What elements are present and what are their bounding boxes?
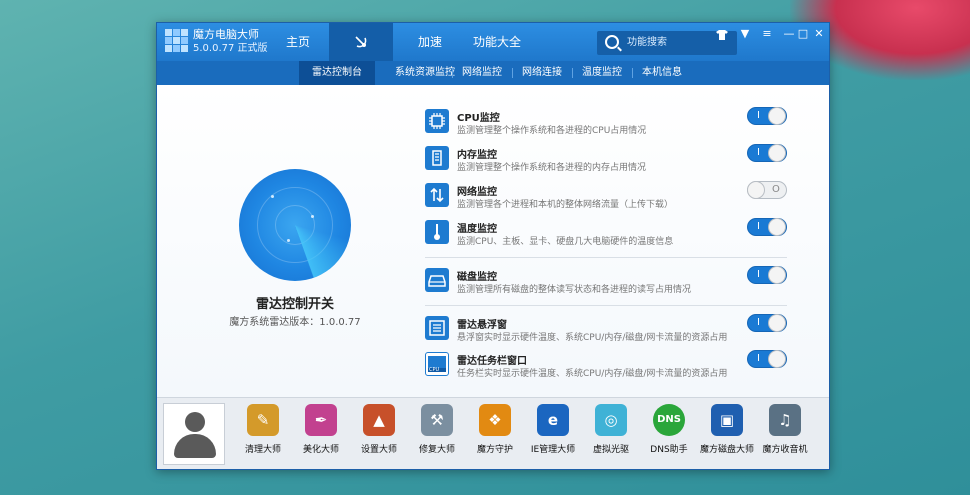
toggle-mark: I (757, 269, 760, 280)
search-placeholder: 功能搜索 (627, 37, 667, 48)
ie-icon: e (537, 404, 569, 436)
subtab-network-connections[interactable]: 网络连接 (515, 61, 569, 85)
disc-icon: ◎ (595, 404, 627, 436)
tab-home[interactable]: 主页 (273, 23, 323, 61)
feature-radar-floating-window: 雷达悬浮窗 悬浮窗实时显示硬件温度、系统CPU/内存/磁盘/网卡流量的资源占用 … (425, 314, 795, 346)
app-logo-icon (165, 29, 189, 53)
rocket-icon: ▲ (363, 404, 395, 436)
feature-disk-monitor: 磁盘监控 监测管理所有磁盘的整体读写状态和各进程的读写占用情况 I (425, 266, 795, 298)
thermometer-icon (425, 220, 449, 244)
close-icon[interactable]: ✕ (809, 26, 829, 42)
feature-cpu-monitor: CPU监控 监测管理整个操作系统和各进程的CPU占用情况 I (425, 107, 795, 139)
tool-label: 魔方收音机 (762, 445, 808, 455)
section-divider (425, 305, 787, 306)
subtab-network-monitor[interactable]: 网络监控 (455, 61, 509, 85)
radar-console-panel: 雷达控制开关 魔方系统雷达版本：1.0.0.77 CPU监控 监测管理整个操作系… (157, 85, 829, 397)
feature-network-monitor: 网络监控 监测管理各个进程和本机的整体网络流量（上传下载） O (425, 181, 795, 213)
tool-ie-manager[interactable]: e IE管理大师 (523, 404, 583, 468)
tool-beautify-master[interactable]: ✒ 美化大师 (291, 404, 351, 468)
toggle-mark: I (757, 147, 760, 158)
tab-speedup[interactable]: 加速 (405, 23, 455, 61)
disk-monitor-toggle[interactable]: I (747, 266, 787, 284)
floating-window-toggle[interactable]: I (747, 314, 787, 332)
section-divider (425, 257, 787, 258)
wrench-icon: ⚒ (421, 404, 453, 436)
feature-name: 网络监控 (457, 187, 497, 198)
search-icon (605, 35, 619, 49)
temperature-monitor-toggle[interactable]: I (747, 218, 787, 236)
radio-icon: ♫ (769, 404, 801, 436)
feature-description: 监测管理整个操作系统和各进程的内存占用情况 (457, 163, 647, 173)
feature-description: 监测管理所有磁盘的整体读写状态和各进程的读写占用情况 (457, 285, 692, 295)
cpu-chip-icon (425, 109, 449, 133)
tools-bar: ✎ 清理大师 ✒ 美化大师 ▲ 设置大师 ⚒ 修复大师 ❖ 魔方守护 e IE管… (157, 397, 829, 469)
tab-radar[interactable] (329, 23, 393, 61)
feature-name: CPU监控 (457, 113, 500, 124)
floating-window-icon (425, 316, 449, 340)
memory-icon (425, 146, 449, 170)
radar-tab-icon (355, 36, 367, 48)
app-name: 魔方电脑大师 (193, 28, 259, 41)
memory-monitor-toggle[interactable]: I (747, 144, 787, 162)
feature-description: 悬浮窗实时显示硬件温度、系统CPU/内存/磁盘/网卡流量的资源占用 (457, 333, 728, 343)
title-bar: 魔方电脑大师 5.0.0.77 正式版 主页 加速 功能大全 功能搜索 ▼ ≡ … (157, 23, 829, 61)
toggle-mark: I (757, 353, 760, 364)
taskbar-icon-label: CPU (429, 367, 440, 373)
toggle-mark: I (757, 317, 760, 328)
dns-icon: DNS (653, 404, 685, 436)
radar-graphic[interactable] (239, 169, 351, 281)
feature-name: 雷达悬浮窗 (457, 320, 507, 331)
app-window: 魔方电脑大师 5.0.0.77 正式版 主页 加速 功能大全 功能搜索 ▼ ≡ … (156, 22, 830, 470)
feature-name: 磁盘监控 (457, 272, 497, 283)
radar-title: 雷达控制开关 (255, 297, 334, 312)
feature-name: 雷达任务栏窗口 (457, 356, 527, 367)
feature-description: 任务栏实时显示硬件温度、系统CPU/内存/磁盘/网卡流量的资源占用 (457, 369, 728, 379)
toggle-mark: I (757, 110, 760, 121)
cpu-monitor-toggle[interactable]: I (747, 107, 787, 125)
feature-temperature-monitor: 温度监控 监测CPU、主板、显卡、硬盘几大电脑硬件的温度信息 I (425, 218, 795, 250)
feature-radar-taskbar-window: CPU 雷达任务栏窗口 任务栏实时显示硬件温度、系统CPU/内存/磁盘/网卡流量… (425, 350, 795, 382)
avatar-head (185, 412, 205, 432)
feature-name: 内存监控 (457, 150, 497, 161)
tab-features[interactable]: 功能大全 (465, 23, 529, 61)
tool-clean-master[interactable]: ✎ 清理大师 (233, 404, 293, 468)
disk-drive-icon (425, 268, 449, 292)
disk-icon: ▣ (711, 404, 743, 436)
tool-dns-helper[interactable]: DNS DNS助手 (639, 404, 699, 468)
brush-icon: ✒ (305, 404, 337, 436)
subtab-temperature[interactable]: 温度监控 (575, 61, 629, 85)
network-arrows-icon (425, 183, 449, 207)
feature-description: 监测管理整个操作系统和各进程的CPU占用情况 (457, 126, 647, 136)
feature-description: 监测管理各个进程和本机的整体网络流量（上传下载） (457, 200, 674, 210)
broom-icon: ✎ (247, 404, 279, 436)
skin-icon[interactable] (715, 29, 729, 41)
toggle-mark: I (757, 221, 760, 232)
feature-memory-monitor: 内存监控 监测管理整个操作系统和各进程的内存占用情况 I (425, 144, 795, 176)
tool-repair-master[interactable]: ⚒ 修复大师 (407, 404, 467, 468)
menu-icon[interactable]: ≡ (757, 26, 777, 42)
tool-settings-master[interactable]: ▲ 设置大师 (349, 404, 409, 468)
taskbar-window-icon: CPU (425, 352, 449, 376)
skin-dropdown-icon[interactable]: ▼ (735, 26, 755, 42)
tool-radio[interactable]: ♫ 魔方收音机 (755, 404, 815, 468)
subtab-machine-info[interactable]: 本机信息 (635, 61, 689, 85)
app-version: 5.0.0.77 正式版 (193, 43, 268, 54)
avatar-body (174, 434, 216, 458)
subtab-radar-console[interactable]: 雷达控制台 (299, 61, 375, 85)
shield-icon: ❖ (479, 404, 511, 436)
toggle-mark: O (772, 184, 780, 195)
user-avatar[interactable] (163, 403, 225, 465)
radar-version: 魔方系统雷达版本：1.0.0.77 (229, 317, 361, 328)
tool-disk-master[interactable]: ▣ 魔方磁盘大师 (697, 404, 757, 468)
tool-mofang-guard[interactable]: ❖ 魔方守护 (465, 404, 525, 468)
taskbar-window-toggle[interactable]: I (747, 350, 787, 368)
feature-name: 温度监控 (457, 224, 497, 235)
tool-virtual-drive[interactable]: ◎ 虚拟光驱 (581, 404, 641, 468)
network-monitor-toggle[interactable]: O (747, 181, 787, 199)
feature-description: 监测CPU、主板、显卡、硬盘几大电脑硬件的温度信息 (457, 237, 674, 247)
sub-navigation: 雷达控制台 系统资源监控 网络监控 网络连接 温度监控 本机信息 (157, 61, 829, 85)
